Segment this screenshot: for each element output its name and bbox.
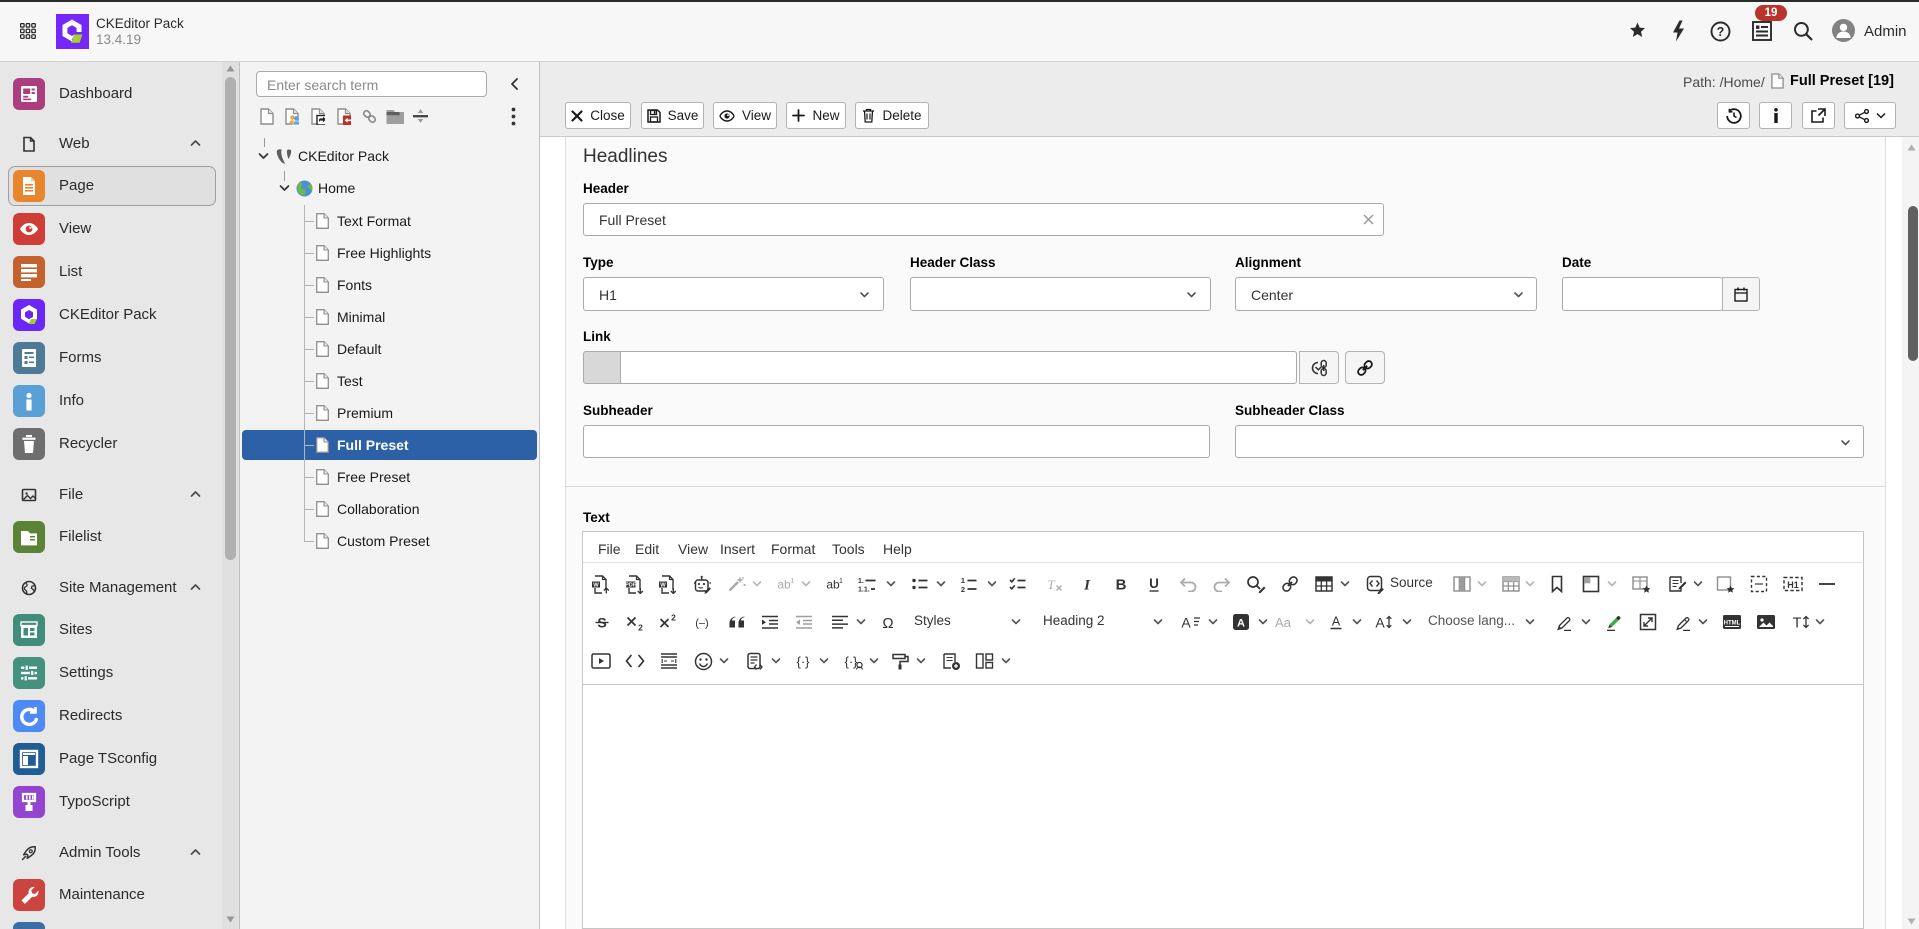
svg-text:B: B (1116, 577, 1127, 594)
svg-text:U: U (1149, 576, 1159, 591)
svg-text:PDF: PDF (625, 582, 636, 588)
svg-text:Aa: Aa (1275, 615, 1292, 630)
svg-text:A: A (1375, 615, 1385, 631)
svg-text:T: T (1047, 577, 1055, 592)
svg-text:1: 1 (839, 578, 843, 585)
svg-text:1: 1 (791, 578, 795, 585)
svg-text:A: A (1237, 618, 1245, 630)
svg-text:W: W (660, 582, 666, 588)
svg-text:2: 2 (671, 613, 676, 623)
svg-text:A: A (1181, 615, 1191, 631)
svg-text:{·}: {·} (844, 654, 858, 669)
svg-text:I: I (1083, 578, 1091, 594)
svg-text:ab: ab (826, 578, 840, 592)
svg-text:{·}: {·} (796, 654, 810, 669)
svg-text:ab: ab (777, 578, 791, 592)
svg-text:1.: 1. (858, 578, 864, 585)
svg-text:H1: H1 (1787, 580, 1799, 590)
svg-text:2: 2 (961, 585, 965, 593)
svg-text:1.1.: 1.1. (858, 587, 870, 594)
svg-text:Ω: Ω (882, 615, 893, 631)
svg-text:T: T (1793, 616, 1802, 632)
svg-text:2: 2 (638, 623, 643, 632)
svg-text:(–): (–) (695, 618, 708, 630)
svg-text:?: ? (1717, 25, 1725, 39)
svg-text:1: 1 (961, 576, 965, 585)
svg-text:A: A (1332, 615, 1341, 629)
svg-text:HTML: HTML (1724, 621, 1741, 627)
svg-text:W: W (593, 582, 599, 588)
